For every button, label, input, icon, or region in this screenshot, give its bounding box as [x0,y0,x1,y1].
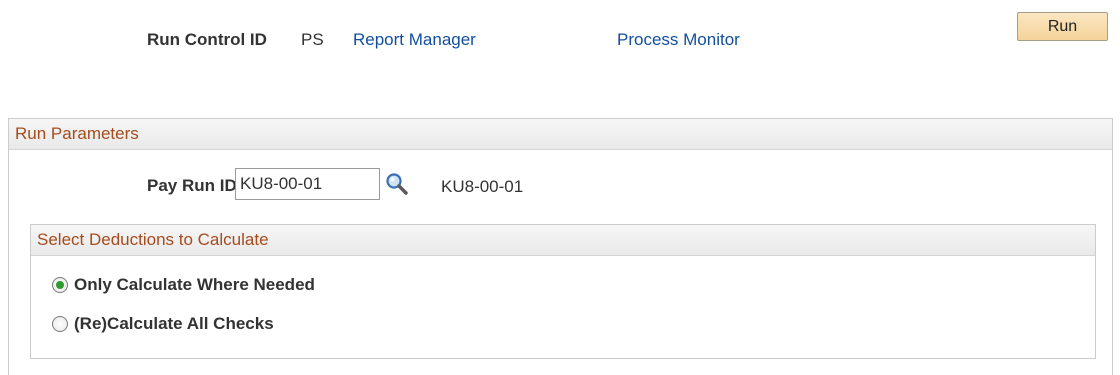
run-control-page: Run Control ID PS Report Manager Process… [0,0,1120,375]
process-monitor-link[interactable]: Process Monitor [617,30,740,50]
radio-selected-icon[interactable] [52,277,68,293]
run-control-id-value: PS [301,30,324,49]
select-deductions-title: Select Deductions to Calculate [31,225,1095,256]
run-control-id-label: Run Control ID [147,30,267,49]
radio-only-calculate-where-needed[interactable]: Only Calculate Where Needed [52,275,315,295]
run-parameters-title: Run Parameters [9,119,1112,150]
radio-label: (Re)Calculate All Checks [74,314,274,333]
pay-run-id-input[interactable] [235,168,380,200]
radio-label: Only Calculate Where Needed [74,275,315,294]
pay-run-id-label: Pay Run ID [147,176,237,195]
radio-recalculate-all-checks[interactable]: (Re)Calculate All Checks [52,314,274,334]
pay-run-id-description: KU8-00-01 [441,177,524,196]
report-manager-link[interactable]: Report Manager [353,30,476,50]
radio-unselected-icon[interactable] [52,316,68,332]
run-button[interactable]: Run [1017,12,1108,41]
lookup-magnifier-icon[interactable] [384,171,410,197]
